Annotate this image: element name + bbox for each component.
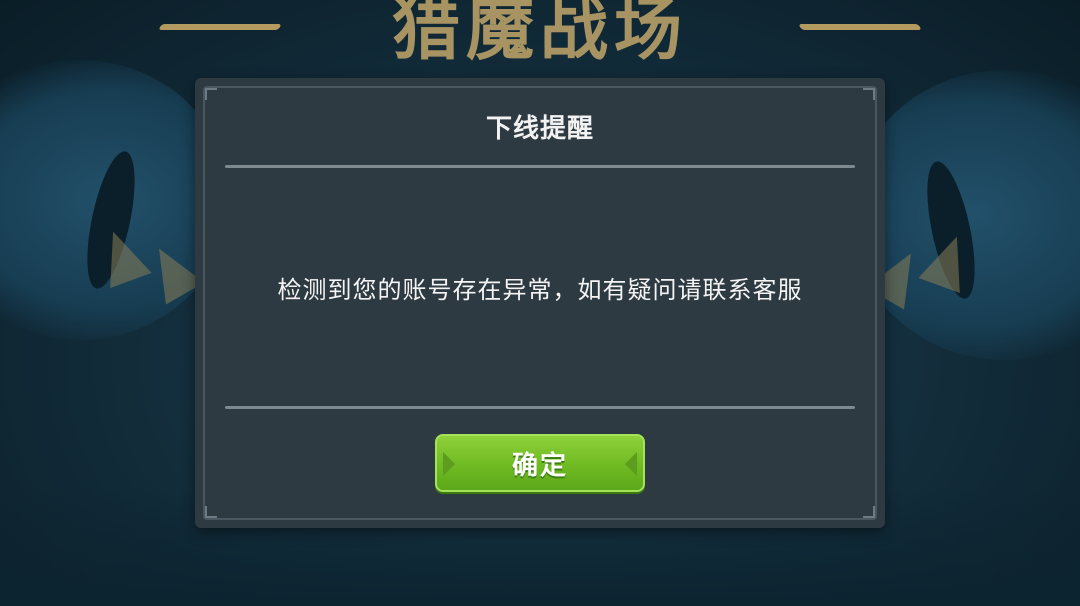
logo-ornament-right [798,24,922,30]
footer-divider [225,406,855,409]
frame-corner-ornament [863,506,875,518]
frame-corner-ornament [205,506,217,518]
game-screen: 猎魔战场 下线提醒 检测到您的账号存在异常，如有疑问请联系客服 确定 [0,0,1080,606]
chevron-right-icon [443,452,455,476]
logout-alert-dialog: 下线提醒 检测到您的账号存在异常，如有疑问请联系客服 确定 [195,78,885,528]
chevron-left-icon [625,452,637,476]
dialog-title: 下线提醒 [485,114,594,144]
confirm-button[interactable]: 确定 [435,434,645,492]
game-logo: 猎魔战场 [158,0,922,80]
frame-corner-ornament [863,88,875,100]
confirm-button-label: 确定 [511,450,568,481]
dialog-message: 检测到您的账号存在异常，如有疑问请联系客服 [277,276,803,304]
logo-title: 猎魔战场 [391,0,688,70]
title-divider [225,165,855,168]
frame-corner-ornament [205,88,217,100]
